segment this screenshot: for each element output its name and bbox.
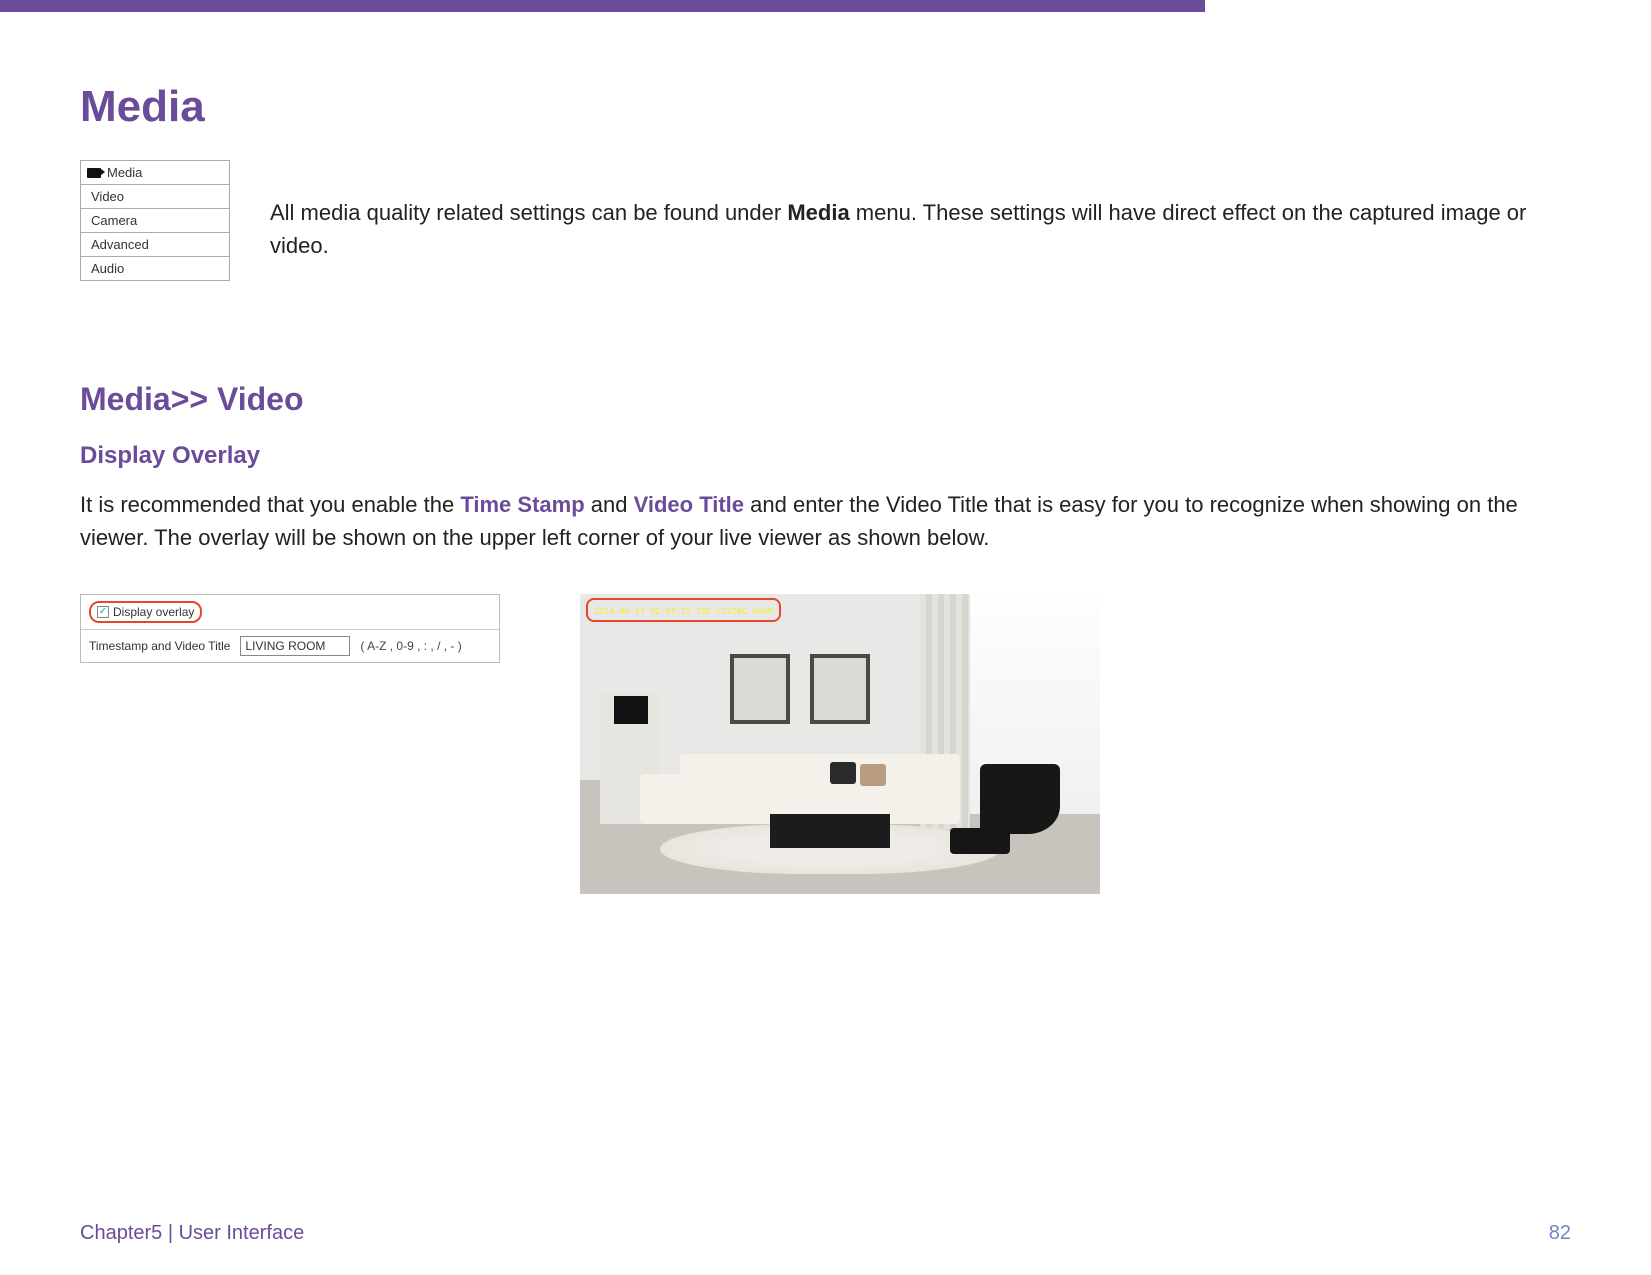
media-menu: Media Video Camera Advanced Audio xyxy=(80,160,230,281)
display-overlay-header: ✓ Display overlay xyxy=(81,595,499,630)
media-menu-item-video[interactable]: Video xyxy=(81,185,229,209)
media-menu-header-label: Media xyxy=(107,165,142,180)
media-menu-header: Media xyxy=(81,161,229,185)
room-art-1 xyxy=(730,654,790,724)
room-chair xyxy=(980,764,1060,834)
room-pillow-2 xyxy=(860,764,886,786)
media-menu-item-advanced[interactable]: Advanced xyxy=(81,233,229,257)
camera-icon xyxy=(87,168,101,178)
figures-row: ✓ Display overlay Timestamp and Video Ti… xyxy=(80,594,1571,894)
intro-text-bold: Media xyxy=(787,200,849,225)
display-overlay-checkbox[interactable]: ✓ xyxy=(97,606,109,618)
display-overlay-checkbox-label: Display overlay xyxy=(113,605,194,619)
intro-text-pre: All media quality related settings can b… xyxy=(270,200,787,225)
page-title: Media xyxy=(80,82,1571,132)
para-p1: It is recommended that you enable the xyxy=(80,492,460,517)
highlight-ring-overlay: 2014-06-17 02:07:25 TUE LIVING ROOM xyxy=(586,598,781,622)
highlight-ring-checkbox: ✓ Display overlay xyxy=(89,601,202,623)
top-accent-bar xyxy=(0,0,1205,12)
room-tv xyxy=(614,696,648,724)
room-ottoman xyxy=(950,828,1010,854)
page-content: Media Media Video Camera Advanced Audio … xyxy=(0,12,1651,934)
subsection-heading-display-overlay: Display Overlay xyxy=(80,442,1571,470)
intro-paragraph: All media quality related settings can b… xyxy=(270,160,1571,262)
display-overlay-paragraph: It is recommended that you enable the Ti… xyxy=(80,488,1571,554)
room-table xyxy=(770,814,890,848)
live-viewer-screenshot: 2014-06-17 02:07:25 TUE LIVING ROOM xyxy=(580,594,1100,894)
display-overlay-body: Timestamp and Video Title LIVING ROOM ( … xyxy=(81,630,499,662)
timestamp-title-label: Timestamp and Video Title xyxy=(89,639,230,653)
para-p2: and xyxy=(585,492,634,517)
media-intro-row: Media Video Camera Advanced Audio All me… xyxy=(80,160,1571,281)
room-pillow-1 xyxy=(830,762,856,784)
section-heading-media-video: Media>> Video xyxy=(80,381,1571,418)
footer-chapter: Chapter5 | User Interface xyxy=(80,1222,304,1245)
display-overlay-panel: ✓ Display overlay Timestamp and Video Ti… xyxy=(80,594,500,663)
para-videotitle: Video Title xyxy=(634,492,744,517)
media-menu-item-audio[interactable]: Audio xyxy=(81,257,229,280)
para-timestamp: Time Stamp xyxy=(460,492,584,517)
allowed-chars-hint: ( A-Z , 0-9 , : , / , - ) xyxy=(360,639,461,653)
media-menu-item-camera[interactable]: Camera xyxy=(81,209,229,233)
overlay-timestamp-text: 2014-06-17 02:07:25 TUE LIVING ROOM xyxy=(594,607,773,616)
page-footer: Chapter5 | User Interface 82 xyxy=(80,1222,1571,1245)
room-art-2 xyxy=(810,654,870,724)
video-title-input[interactable]: LIVING ROOM xyxy=(240,636,350,656)
footer-page-number: 82 xyxy=(1549,1222,1571,1245)
